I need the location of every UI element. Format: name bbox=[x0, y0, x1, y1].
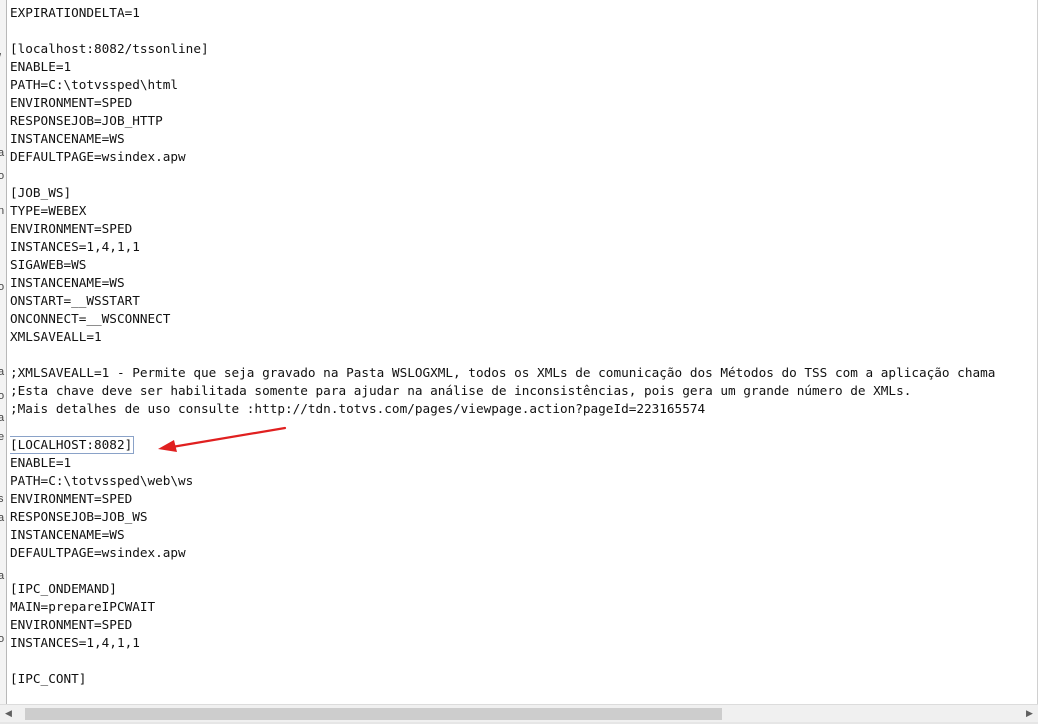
editor-line: ;XMLSAVEALL=1 - Permite que seja gravado… bbox=[10, 365, 996, 380]
editor-line: RESPONSEJOB=JOB_WS bbox=[10, 509, 148, 524]
text-editor-area[interactable]: EXPIRATIONDELTA=1 [localhost:8082/tssonli… bbox=[10, 4, 1036, 702]
background-text-fragment: o bbox=[0, 390, 4, 402]
background-window-edge: /aonoaoaesaao bbox=[0, 0, 7, 704]
editor-line: ENABLE=1 bbox=[10, 59, 72, 74]
background-text-fragment: a bbox=[0, 412, 4, 424]
editor-line: ONCONNECT=__WSCONNECT bbox=[10, 311, 171, 326]
background-text-fragment: o bbox=[0, 281, 4, 293]
editor-line: MAIN=prepareIPCWAIT bbox=[10, 599, 156, 614]
highlighted-section-header: [LOCALHOST:8082] bbox=[10, 436, 135, 454]
editor-line: DEFAULTPAGE=wsindex.apw bbox=[10, 149, 186, 164]
editor-line: INSTANCES=1,4,1,1 bbox=[10, 239, 140, 254]
editor-line: [JOB_WS] bbox=[10, 185, 72, 200]
text-editor-window: /aonoaoaesaao EXPIRATIONDELTA=1[localhos… bbox=[0, 0, 1038, 724]
editor-line: INSTANCENAME=WS bbox=[10, 131, 125, 146]
editor-line: ONSTART=__WSSTART bbox=[10, 293, 140, 308]
editor-line: PATH=C:\totvssped\html bbox=[10, 77, 179, 92]
editor-line: PATH=C:\totvssped\web\ws bbox=[10, 473, 194, 488]
horizontal-scrollbar[interactable]: ◀ ▶ bbox=[0, 704, 1038, 723]
scroll-left-button[interactable]: ◀ bbox=[0, 705, 17, 723]
editor-line: INSTANCES=1,4,1,1 bbox=[10, 635, 140, 650]
editor-line: RESPONSEJOB=JOB_HTTP bbox=[10, 113, 163, 128]
background-text-fragment: / bbox=[0, 52, 1, 64]
editor-line: ENVIRONMENT=SPED bbox=[10, 617, 133, 632]
editor-line: ENABLE=1 bbox=[10, 455, 72, 470]
editor-line: ENVIRONMENT=SPED bbox=[10, 491, 133, 506]
background-text-fragment: a bbox=[0, 512, 4, 524]
background-text-fragment: n bbox=[0, 205, 4, 217]
editor-line: INSTANCENAME=WS bbox=[10, 527, 125, 542]
editor-line: EXPIRATIONDELTA=1 bbox=[10, 5, 140, 20]
background-text-fragment: o bbox=[0, 633, 4, 645]
editor-line: TYPE=WEBEX bbox=[10, 203, 87, 218]
editor-line: SIGAWEB=WS bbox=[10, 257, 87, 272]
background-text-fragment: e bbox=[0, 431, 4, 443]
editor-line: [localhost:8082/tssonline] bbox=[10, 41, 209, 56]
scrollbar-thumb[interactable] bbox=[25, 708, 722, 720]
background-text-fragment: o bbox=[0, 170, 4, 182]
editor-line: [IPC_CONT] bbox=[10, 671, 87, 686]
scroll-right-button[interactable]: ▶ bbox=[1021, 705, 1038, 723]
background-text-fragment: a bbox=[0, 570, 4, 582]
chevron-right-icon: ▶ bbox=[1026, 709, 1033, 719]
editor-line: ;Esta chave deve ser habilitada somente … bbox=[10, 383, 912, 398]
chevron-left-icon: ◀ bbox=[5, 709, 12, 719]
background-text-fragment: s bbox=[0, 493, 4, 505]
background-text-fragment: a bbox=[0, 366, 4, 378]
editor-line: [IPC_ONDEMAND] bbox=[10, 581, 117, 596]
editor-line: INSTANCENAME=WS bbox=[10, 275, 125, 290]
editor-line: ENVIRONMENT=SPED bbox=[10, 221, 133, 236]
editor-line: ENVIRONMENT=SPED bbox=[10, 95, 133, 110]
editor-line: ;Mais detalhes de uso consulte :http://t… bbox=[10, 401, 706, 416]
background-text-fragment: a bbox=[0, 147, 4, 159]
editor-line: DEFAULTPAGE=wsindex.apw bbox=[10, 545, 186, 560]
scrollbar-track[interactable] bbox=[17, 705, 1021, 723]
red-arrow-annotation bbox=[158, 426, 287, 452]
editor-line: XMLSAVEALL=1 bbox=[10, 329, 102, 344]
